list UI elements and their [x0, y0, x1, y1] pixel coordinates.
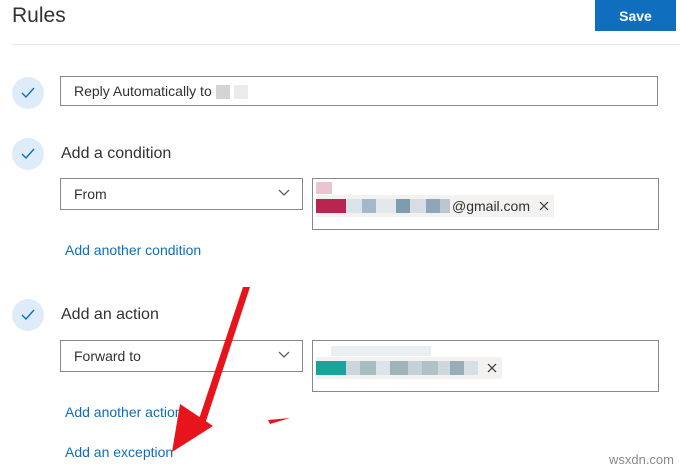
rule-name-input[interactable]: Reply Automatically to	[60, 76, 658, 106]
redacted-text	[215, 85, 230, 100]
redacted-text	[362, 199, 376, 213]
redacted-text	[233, 85, 248, 100]
redacted-text	[390, 361, 408, 375]
redacted-text	[410, 199, 426, 213]
redacted-text	[408, 361, 422, 375]
condition-select-value: From	[74, 186, 107, 202]
redacted-text	[376, 361, 390, 375]
action-heading: Add an action	[61, 306, 159, 323]
recipient-email-suffix: @gmail.com	[452, 198, 531, 214]
redacted-text	[376, 199, 396, 213]
redacted-text	[316, 182, 332, 194]
condition-recipients-box[interactable]: @gmail.com	[312, 178, 659, 230]
redacted-text	[464, 361, 478, 375]
redacted-text	[316, 361, 346, 375]
redacted-text	[346, 199, 362, 213]
chevron-down-icon	[278, 189, 290, 196]
check-icon	[12, 299, 44, 331]
rule-name-value: Reply Automatically to	[74, 83, 212, 99]
redacted-text	[331, 346, 431, 356]
check-icon	[12, 138, 44, 170]
redacted-text	[346, 361, 360, 375]
chevron-down-icon	[278, 351, 290, 358]
recipient-chip: @gmail.com	[316, 195, 555, 217]
add-another-action-link[interactable]: Add another action	[65, 404, 183, 420]
redacted-text	[450, 361, 464, 375]
close-icon[interactable]	[534, 196, 554, 216]
redacted-text	[360, 361, 376, 375]
recipient-chip	[316, 357, 502, 379]
redacted-text	[316, 199, 346, 213]
redacted-text	[422, 361, 438, 375]
action-recipients-box[interactable]	[312, 340, 659, 392]
redacted-text	[438, 361, 450, 375]
add-exception-link[interactable]: Add an exception	[65, 444, 173, 460]
condition-select[interactable]: From	[60, 178, 303, 210]
action-select-value: Forward to	[74, 348, 141, 364]
redacted-text	[440, 199, 450, 213]
watermark: wsxdn.com	[608, 452, 674, 467]
action-select[interactable]: Forward to	[60, 340, 303, 372]
close-icon[interactable]	[482, 358, 502, 378]
save-button[interactable]: Save	[595, 0, 676, 31]
add-another-condition-link[interactable]: Add another condition	[65, 242, 201, 258]
condition-heading: Add a condition	[61, 145, 172, 162]
redacted-text	[426, 199, 440, 213]
header-divider	[12, 44, 680, 45]
check-icon	[12, 77, 44, 109]
redacted-text	[396, 199, 410, 213]
page-title: Rules	[12, 4, 66, 27]
annotation-arrow	[172, 287, 290, 452]
